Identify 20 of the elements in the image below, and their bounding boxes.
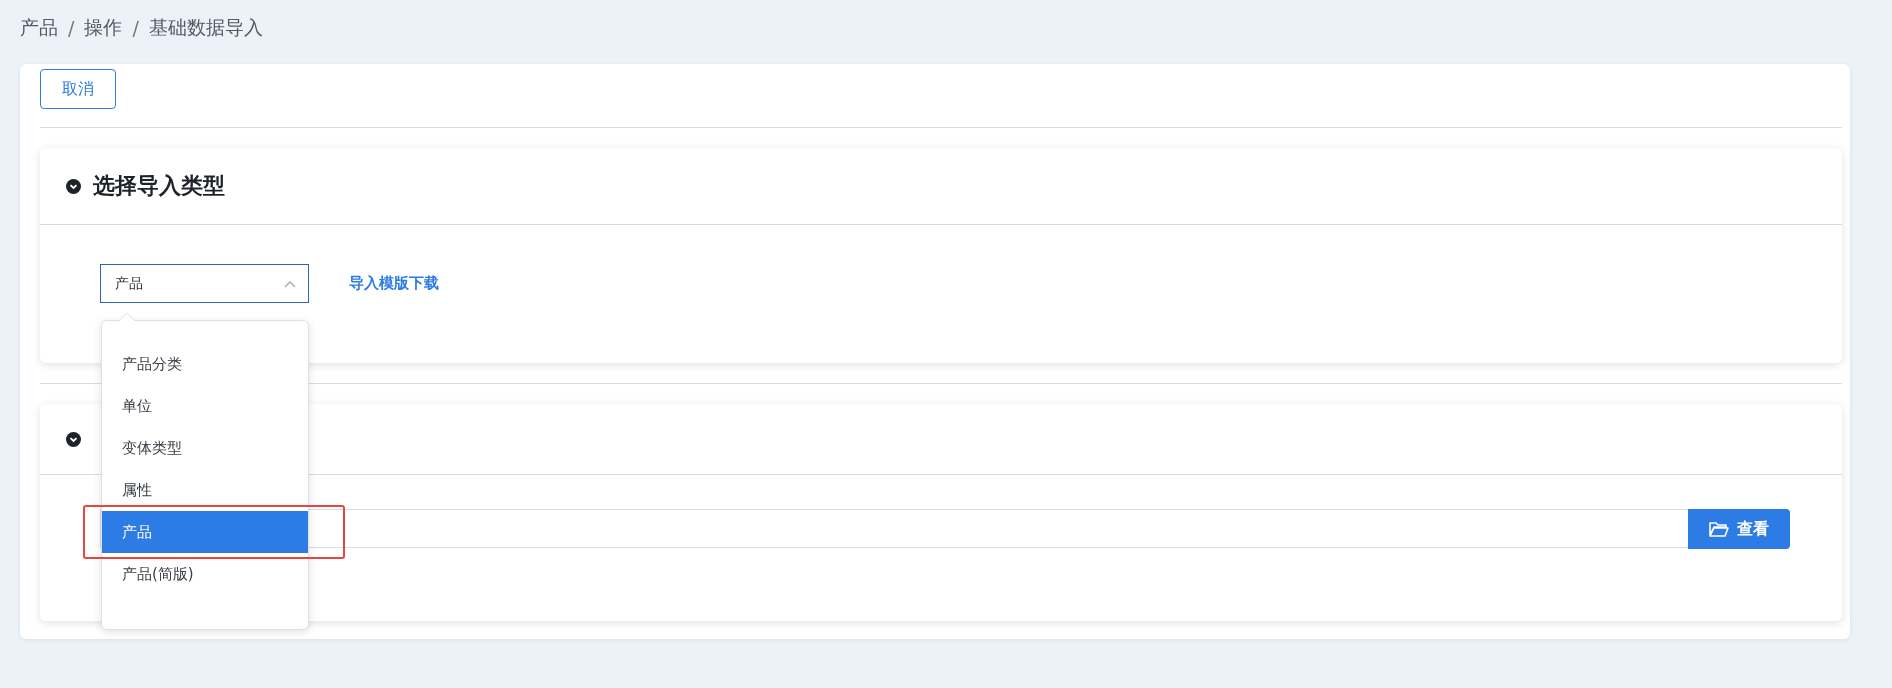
chevron-icon[interactable] (66, 178, 81, 194)
section-title: 选择导入类型 (93, 172, 225, 200)
dropdown-option[interactable]: 变体类型 (102, 435, 308, 461)
breadcrumb-item[interactable]: 基础数据导入 (148, 15, 263, 41)
breadcrumb-item[interactable]: 操作 (84, 15, 123, 41)
dropdown-option[interactable]: 产品分类 (102, 351, 308, 377)
chevron-icon[interactable] (66, 431, 81, 447)
browse-button[interactable]: 查看 (1688, 509, 1790, 549)
folder-icon (1709, 521, 1729, 537)
caret-icon (284, 279, 296, 288)
dropdown-option[interactable]: 产品(简版) (102, 561, 308, 587)
file-path-field[interactable] (100, 509, 1688, 548)
dropdown-option[interactable]: 产品 (102, 511, 308, 553)
dropdown-option[interactable]: 属性 (102, 477, 308, 503)
cancel-button[interactable]: 取消 (40, 69, 116, 109)
breadcrumb-item[interactable]: 产品 (20, 15, 58, 41)
breadcrumb-separator: / (68, 17, 75, 39)
breadcrumb-separator: / (132, 17, 139, 39)
dropdown-option[interactable]: 单位 (102, 393, 308, 419)
template-download-link[interactable]: 导入模版下载 (349, 264, 439, 303)
